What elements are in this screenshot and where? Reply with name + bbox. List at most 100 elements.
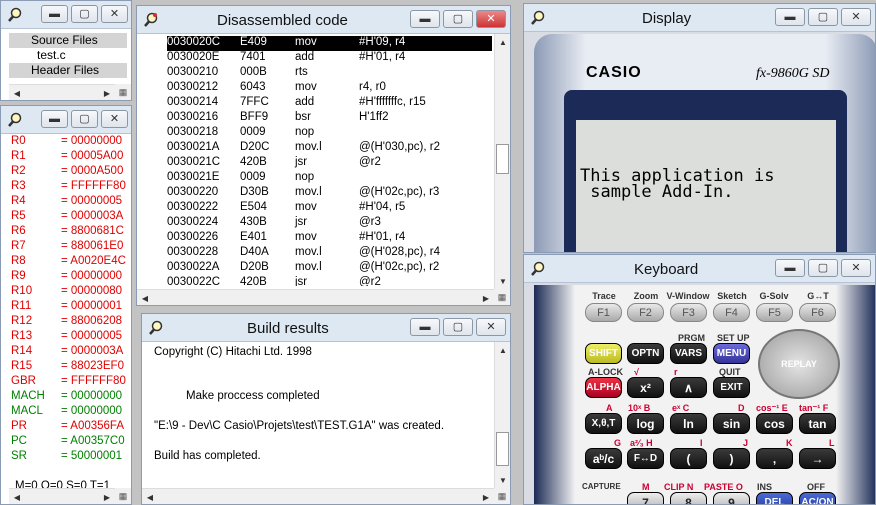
vars-key[interactable]: VARS xyxy=(670,343,707,364)
close-button[interactable]: ✕ xyxy=(476,10,506,28)
scroll-left-icon[interactable]: ◀ xyxy=(137,290,153,305)
horizontal-scrollbar[interactable]: ◀ ▶ xyxy=(9,84,115,100)
register-value[interactable]: = 88023EF0 xyxy=(61,360,124,372)
close-button[interactable]: ✕ xyxy=(476,318,506,336)
vertical-scrollbar[interactable]: ▲ ▼ xyxy=(494,342,510,488)
square-key[interactable]: x² xyxy=(627,377,664,398)
register-value[interactable]: = 50000001 xyxy=(61,450,122,462)
scroll-right-icon[interactable]: ▶ xyxy=(99,85,115,100)
disasm-row[interactable]: 0030020E 7401 add #H'01, r4 xyxy=(167,51,492,66)
log-key[interactable]: log xyxy=(627,413,664,434)
maximize-button[interactable]: ▢ xyxy=(443,318,473,336)
scroll-left-icon[interactable]: ◀ xyxy=(9,85,25,100)
cos-key[interactable]: cos xyxy=(756,413,793,434)
scroll-right-icon[interactable]: ▶ xyxy=(478,489,494,504)
alpha-key[interactable]: ALPHA xyxy=(585,377,622,398)
register-value[interactable]: = 00000000 xyxy=(61,270,122,282)
minimize-button[interactable]: ▬ xyxy=(410,10,440,28)
minimize-button[interactable]: ▬ xyxy=(41,5,68,23)
disasm-row[interactable]: 00300210 000B rts xyxy=(167,66,492,81)
disasm-row[interactable]: 00300228 D40A mov.l @(H'028,pc), r4 xyxy=(167,246,492,261)
disasm-row[interactable]: 0030022A D20B mov.l @(H'02c,pc), r2 xyxy=(167,261,492,276)
register-value[interactable]: = A00357C0 xyxy=(61,435,125,447)
maximize-button[interactable]: ▢ xyxy=(808,259,838,277)
power-key[interactable]: ∧ xyxy=(670,377,707,398)
close-button[interactable]: ✕ xyxy=(841,8,871,26)
scroll-up-icon[interactable]: ▲ xyxy=(495,34,510,50)
register-value[interactable]: = 00000005 xyxy=(61,330,122,342)
disasm-row[interactable]: 0030021C 420B jsr @r2 xyxy=(167,156,492,171)
close-button[interactable]: ✕ xyxy=(101,5,128,23)
register-value[interactable]: = 00000000 xyxy=(61,135,122,147)
scroll-down-icon[interactable]: ▼ xyxy=(495,472,510,488)
replay-dpad[interactable]: REPLAY xyxy=(758,329,840,399)
minimize-button[interactable]: ▬ xyxy=(41,110,68,128)
f6-key[interactable]: F6 xyxy=(799,303,836,322)
register-value[interactable]: = 00000080 xyxy=(61,285,122,297)
shift-key[interactable]: SHIFT xyxy=(585,343,622,364)
register-value[interactable]: = A00356FA xyxy=(61,420,124,432)
disasm-row[interactable]: 00300212 6043 mov r4, r0 xyxy=(167,81,492,96)
close-button[interactable]: ✕ xyxy=(841,259,871,277)
seven-key[interactable]: 7 xyxy=(627,492,664,504)
disasm-row[interactable]: 00300216 BFF9 bsr H'1ff2 xyxy=(167,111,492,126)
scroll-thumb[interactable] xyxy=(496,144,509,174)
disasm-row[interactable]: 00300222 E504 mov #H'04, r5 xyxy=(167,201,492,216)
scroll-right-icon[interactable]: ▶ xyxy=(99,489,115,504)
disasm-row[interactable]: 00300214 7FFC add #H'fffffffc, r15 xyxy=(167,96,492,111)
register-value[interactable]: = A0020E4C xyxy=(61,255,126,267)
maximize-button[interactable]: ▢ xyxy=(71,5,98,23)
resize-grip-icon[interactable]: ▦ xyxy=(115,488,131,504)
resize-grip-icon[interactable]: ▦ xyxy=(115,84,131,100)
f4-key[interactable]: F4 xyxy=(713,303,750,322)
maximize-button[interactable]: ▢ xyxy=(808,8,838,26)
disasm-row[interactable]: 00300224 430B jsr @r3 xyxy=(167,216,492,231)
del-key[interactable]: DEL xyxy=(756,492,793,504)
open-paren-key[interactable]: ( xyxy=(670,448,707,469)
horizontal-scrollbar[interactable]: ◀ ▶ xyxy=(9,488,115,504)
register-value[interactable]: = 00000005 xyxy=(61,195,122,207)
maximize-button[interactable]: ▢ xyxy=(71,110,98,128)
f5-key[interactable]: F5 xyxy=(756,303,793,322)
horizontal-scrollbar[interactable]: ◀ ▶ xyxy=(142,488,494,504)
eight-key[interactable]: 8 xyxy=(670,492,707,504)
disassembly-list[interactable]: 0030020C E409 mov #H'09, r4 0030020E 7401 add #… xyxy=(167,36,492,286)
horizontal-scrollbar[interactable]: ◀ ▶ xyxy=(137,289,494,305)
scroll-down-icon[interactable]: ▼ xyxy=(495,273,510,289)
scroll-right-icon[interactable]: ▶ xyxy=(478,290,494,305)
optn-key[interactable]: OPTN xyxy=(627,343,664,364)
register-value[interactable]: = 880061E0 xyxy=(61,240,123,252)
menu-key[interactable]: MENU xyxy=(713,343,750,364)
nine-key[interactable]: 9 xyxy=(713,492,750,504)
disasm-row[interactable]: 00300226 E401 mov #H'01, r4 xyxy=(167,231,492,246)
fraction-key[interactable]: aᵇ/c xyxy=(585,448,622,469)
disasm-row[interactable]: 0030021A D20C mov.l @(H'030,pc), r2 xyxy=(167,141,492,156)
register-value[interactable]: = FFFFFF80 xyxy=(61,375,126,387)
resize-grip-icon[interactable]: ▦ xyxy=(494,289,510,305)
register-value[interactable]: = 00000000 xyxy=(61,390,122,402)
disasm-row[interactable]: 0030020C E409 mov #H'09, r4 xyxy=(167,36,492,51)
register-value[interactable]: = FFFFFF80 xyxy=(61,180,126,192)
exit-key[interactable]: EXIT xyxy=(713,377,750,398)
close-button[interactable]: ✕ xyxy=(101,110,128,128)
ac-on-key[interactable]: AC/ON xyxy=(799,492,836,504)
tree-item-header-files[interactable]: Header Files xyxy=(9,63,127,78)
scroll-up-icon[interactable]: ▲ xyxy=(495,342,510,358)
f2-key[interactable]: F2 xyxy=(627,303,664,322)
register-value[interactable]: = 8800681C xyxy=(61,225,124,237)
f3-key[interactable]: F3 xyxy=(670,303,707,322)
tree-item-test-c[interactable]: test.c xyxy=(9,48,127,63)
maximize-button[interactable]: ▢ xyxy=(443,10,473,28)
register-value[interactable]: = 0000003A xyxy=(61,210,123,222)
f1-key[interactable]: F1 xyxy=(585,303,622,322)
minimize-button[interactable]: ▬ xyxy=(775,8,805,26)
scroll-left-icon[interactable]: ◀ xyxy=(142,489,158,504)
register-value[interactable]: = 00000001 xyxy=(61,300,122,312)
store-key[interactable]: → xyxy=(799,448,836,469)
ln-key[interactable]: ln xyxy=(670,413,707,434)
xthetat-key[interactable]: X,θ,T xyxy=(585,413,622,434)
disasm-row[interactable]: 00300220 D30B mov.l @(H'02c,pc), r3 xyxy=(167,186,492,201)
register-value[interactable]: = 0000A500 xyxy=(61,165,123,177)
fd-key[interactable]: F↔D xyxy=(627,448,664,469)
register-value[interactable]: = 88006208 xyxy=(61,315,122,327)
